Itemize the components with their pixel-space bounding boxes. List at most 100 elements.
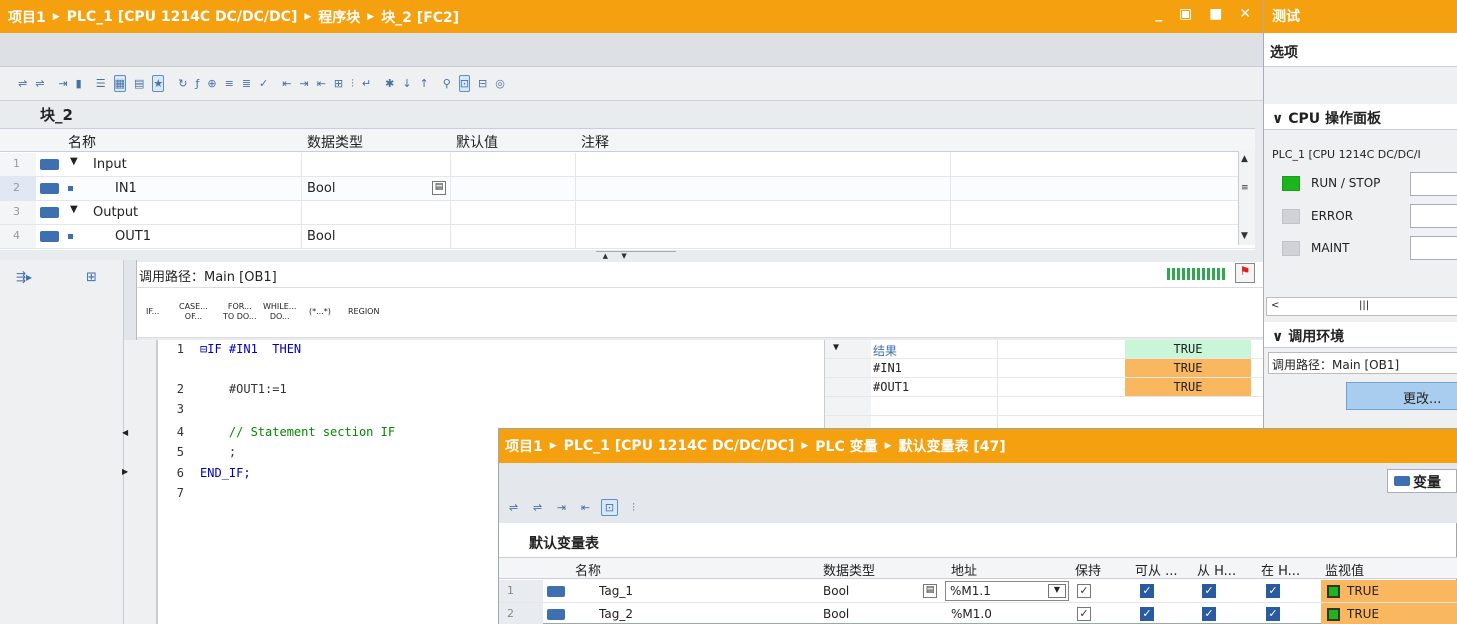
breadcrumb-plc[interactable]: PLC_1 [CPU 1214C DC/DC/DC] bbox=[67, 9, 298, 25]
favorite-icon[interactable]: ★ bbox=[152, 75, 165, 92]
indent-right-icon[interactable]: ⇥ bbox=[299, 75, 308, 92]
list-icon[interactable]: ☰ bbox=[96, 75, 106, 92]
col-monitor-value[interactable]: 监视值 bbox=[1325, 560, 1364, 579]
writable-checkbox[interactable]: ✓ bbox=[1202, 607, 1216, 621]
interface-row[interactable]: 4 OUT1 Bool bbox=[0, 225, 1255, 249]
visible-checkbox[interactable]: ✓ bbox=[1266, 607, 1280, 621]
interface-row[interactable]: 1 ▼ Input bbox=[0, 153, 1255, 177]
indent-icon[interactable]: ⇤ bbox=[282, 75, 291, 92]
tab-tags[interactable]: 变量 bbox=[1387, 469, 1457, 493]
step-out-icon[interactable]: ↑ bbox=[420, 75, 429, 92]
link-icon[interactable]: ⚲ bbox=[443, 75, 451, 92]
wrap-icon[interactable]: ↵ bbox=[362, 75, 371, 92]
outdent-icon[interactable]: ⇤ bbox=[317, 75, 326, 92]
parameter-icon[interactable]: ⊕ bbox=[207, 75, 216, 92]
address-field[interactable]: %M1.1 ▼ bbox=[945, 581, 1069, 601]
expand-all-icon[interactable]: ⊞ bbox=[86, 270, 97, 285]
snippet-case-button[interactable]: CASE... OF... bbox=[179, 302, 208, 322]
tag-datatype[interactable]: Bool bbox=[823, 607, 849, 621]
breadcrumb-plc-tags[interactable]: PLC 变量 bbox=[815, 436, 877, 456]
interface-row[interactable]: 2 IN1 Bool ▤ bbox=[0, 177, 1255, 201]
col-datatype[interactable]: 数据类型 bbox=[307, 132, 363, 152]
layout-icon[interactable]: ▤ bbox=[134, 75, 144, 92]
grid-icon[interactable]: ▦ bbox=[113, 75, 126, 92]
tag-name[interactable]: Tag_2 bbox=[599, 607, 633, 621]
tag-row[interactable]: 2 Tag_2 Bool %M1.0 ✓ ✓ ✓ ✓ TRUE bbox=[499, 603, 1457, 624]
row-name[interactable]: IN1 bbox=[115, 181, 137, 196]
horizontal-scrollbar[interactable]: < ||| bbox=[1266, 297, 1457, 316]
dropdown-icon[interactable]: ▼ bbox=[1048, 584, 1066, 598]
table-icon[interactable]: ⊞ bbox=[334, 75, 343, 92]
breakpoint-icon[interactable]: ✱ bbox=[385, 75, 394, 92]
chevron-down-icon[interactable]: ∨ bbox=[1272, 111, 1288, 127]
import-icon[interactable]: ⇤ bbox=[577, 499, 594, 516]
chevron-down-icon[interactable]: ∨ bbox=[1272, 329, 1288, 345]
col-name[interactable]: 名称 bbox=[575, 560, 601, 579]
collapse-icon[interactable]: ▼ bbox=[70, 204, 78, 215]
change-button[interactable]: 更改... bbox=[1346, 382, 1457, 410]
accessible-checkbox[interactable]: ✓ bbox=[1140, 607, 1154, 621]
col-default[interactable]: 默认值 bbox=[456, 132, 498, 152]
scroll-up-icon[interactable]: ▲ bbox=[1241, 154, 1248, 164]
code-line[interactable]: 3 bbox=[158, 402, 825, 420]
monitoring-icon[interactable]: ⚑ bbox=[1235, 263, 1255, 283]
function-icon[interactable]: ƒ bbox=[196, 75, 200, 92]
row-name[interactable]: OUT1 bbox=[115, 229, 151, 244]
snippet-while-button[interactable]: WHILE... DO... bbox=[263, 302, 296, 322]
network-icon[interactable]: ▮ bbox=[76, 75, 82, 92]
row-name[interactable]: Input bbox=[93, 157, 127, 172]
format-icon[interactable]: ≣ bbox=[242, 75, 251, 92]
collapse-left-icon[interactable]: ◀ bbox=[122, 428, 128, 437]
col-accessible[interactable]: 可从 ... bbox=[1135, 560, 1178, 579]
code-line[interactable]: 1 ⊟IF #IN1 THEN bbox=[158, 342, 825, 360]
stop-button[interactable]: S bbox=[1410, 204, 1457, 228]
monitor-icon[interactable]: ⊡ bbox=[458, 75, 471, 92]
window-controls[interactable]: _ ▣ ■ ✕ bbox=[1155, 6, 1257, 22]
col-address[interactable]: 地址 bbox=[951, 560, 977, 579]
comment-icon[interactable]: ≡ bbox=[225, 75, 234, 92]
breadcrumb-plc[interactable]: PLC_1 [CPU 1214C DC/DC/DC] bbox=[564, 438, 795, 454]
monitor-all-icon[interactable]: ⊟ bbox=[478, 75, 487, 92]
insert-row-icon[interactable]: ⇌ bbox=[18, 75, 27, 92]
code-line[interactable]: 2 #OUT1:=1 bbox=[158, 382, 825, 400]
expand-right-icon[interactable]: ▶ bbox=[122, 467, 128, 476]
col-retain[interactable]: 保持 bbox=[1075, 560, 1101, 579]
splitter-handle[interactable]: ▲ ▼ bbox=[596, 251, 676, 260]
breadcrumb-project[interactable]: 项目1 bbox=[8, 7, 46, 27]
tag-row[interactable]: 1 Tag_1 Bool ▤ %M1.1 ▼ ✓ ✓ ✓ ✓ TRUE bbox=[499, 580, 1457, 603]
glasses-icon[interactable]: ◎ bbox=[495, 75, 505, 92]
col-name[interactable]: 名称 bbox=[68, 132, 96, 152]
scroll-down-icon[interactable]: ▼ bbox=[1241, 231, 1248, 241]
col-visible[interactable]: 在 H... bbox=[1261, 560, 1300, 579]
tag-address[interactable]: %M1.0 bbox=[951, 607, 992, 621]
col-comment[interactable]: 注释 bbox=[581, 132, 609, 152]
monitor-icon[interactable]: ⊡ bbox=[601, 499, 618, 516]
step-in-icon[interactable]: ↓ bbox=[402, 75, 411, 92]
breadcrumb-program-blocks[interactable]: 程序块 bbox=[318, 7, 360, 27]
mres-button[interactable]: M bbox=[1410, 236, 1457, 260]
interface-row[interactable]: 3 ▼ Output bbox=[0, 201, 1255, 225]
interface-scrollbar[interactable]: ▲ ≡ ▼ bbox=[1238, 151, 1255, 245]
snippet-region-button[interactable]: REGION bbox=[348, 307, 379, 317]
refresh-icon[interactable]: ↻ bbox=[178, 75, 187, 92]
check-icon[interactable]: ✓ bbox=[259, 75, 268, 92]
align-icon[interactable]: ⫶ bbox=[351, 75, 354, 92]
row-datatype[interactable]: Bool bbox=[307, 229, 335, 244]
writable-checkbox[interactable]: ✓ bbox=[1202, 584, 1216, 598]
dropdown-icon[interactable]: ▼ bbox=[833, 342, 839, 353]
retain-checkbox[interactable]: ✓ bbox=[1077, 607, 1091, 621]
insert-row-icon[interactable]: ⇌ bbox=[505, 499, 522, 516]
row-datatype[interactable]: Bool bbox=[307, 181, 335, 196]
run-button[interactable]: R bbox=[1410, 172, 1457, 196]
col-writable[interactable]: 从 H... bbox=[1197, 560, 1236, 579]
tag-datatype[interactable]: Bool bbox=[823, 584, 849, 598]
snippet-for-button[interactable]: FOR... TO DO... bbox=[223, 302, 257, 322]
add-row-icon[interactable]: ⇌ bbox=[35, 75, 44, 92]
row-name[interactable]: Output bbox=[93, 205, 138, 220]
accessible-checkbox[interactable]: ✓ bbox=[1140, 584, 1154, 598]
add-row-icon[interactable]: ⇌ bbox=[529, 499, 546, 516]
datatype-picker-icon[interactable]: ▤ bbox=[923, 584, 937, 598]
overview-icon[interactable]: ⇶▸ bbox=[16, 270, 32, 284]
datatype-picker-icon[interactable]: ▤ bbox=[432, 181, 446, 195]
breadcrumb-project[interactable]: 项目1 bbox=[505, 436, 543, 456]
